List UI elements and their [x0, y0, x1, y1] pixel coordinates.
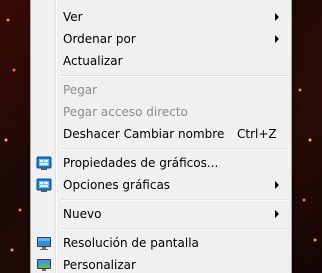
menu-item-resolucion-de-pantalla[interactable]: Resolución de pantalla: [33, 232, 289, 254]
menu-item-label: Resolución de pantalla: [63, 236, 199, 250]
menu-item-ver[interactable]: Ver: [33, 6, 289, 28]
menu-item-label: Actualizar: [63, 54, 123, 68]
menu-separator: [61, 228, 289, 230]
menu-item-nuevo[interactable]: Nuevo: [33, 203, 289, 225]
personalize-icon: [37, 259, 51, 271]
submenu-arrow-icon: [275, 35, 279, 43]
menu-item-label: Pegar: [63, 83, 98, 97]
submenu-arrow-icon: [275, 181, 279, 189]
menu-item-label: Propiedades de gráficos...: [63, 156, 219, 170]
context-menu: Ver Ordenar por Actualizar Pegar Pegar a…: [30, 0, 292, 273]
menu-item-pegar-acceso-directo[interactable]: Pegar acceso directo: [33, 101, 289, 123]
menu-item-label: Pegar acceso directo: [63, 105, 188, 119]
graphics-properties-icon: [36, 156, 52, 170]
menu-item-shortcut: Ctrl+Z: [237, 127, 277, 141]
submenu-arrow-icon: [275, 210, 279, 218]
menu-item-opciones-graficas[interactable]: Opciones gráficas: [33, 174, 289, 196]
desktop-background[interactable]: Ver Ordenar por Actualizar Pegar Pegar a…: [0, 0, 322, 273]
menu-item-label: Nuevo: [63, 207, 102, 221]
graphics-options-icon: [36, 178, 52, 192]
menu-item-label: Ordenar por: [63, 32, 136, 46]
menu-item-label: Deshacer Cambiar nombre: [63, 127, 225, 141]
menu-item-ordenar-por[interactable]: Ordenar por: [33, 28, 289, 50]
menu-item-personalizar[interactable]: Personalizar: [33, 254, 289, 273]
menu-separator: [61, 148, 289, 150]
menu-separator: [61, 75, 289, 77]
menu-item-label: Ver: [63, 10, 83, 24]
menu-item-actualizar[interactable]: Actualizar: [33, 50, 289, 72]
submenu-arrow-icon: [275, 13, 279, 21]
menu-item-label: Opciones gráficas: [63, 178, 171, 192]
menu-item-deshacer-cambiar-nombre[interactable]: Deshacer Cambiar nombre Ctrl+Z: [33, 123, 289, 145]
menu-item-label: Personalizar: [63, 258, 136, 272]
monitor-resolution-icon: [37, 237, 51, 250]
menu-item-pegar[interactable]: Pegar: [33, 79, 289, 101]
menu-separator: [61, 199, 289, 201]
menu-item-propiedades-de-graficos[interactable]: Propiedades de gráficos...: [33, 152, 289, 174]
